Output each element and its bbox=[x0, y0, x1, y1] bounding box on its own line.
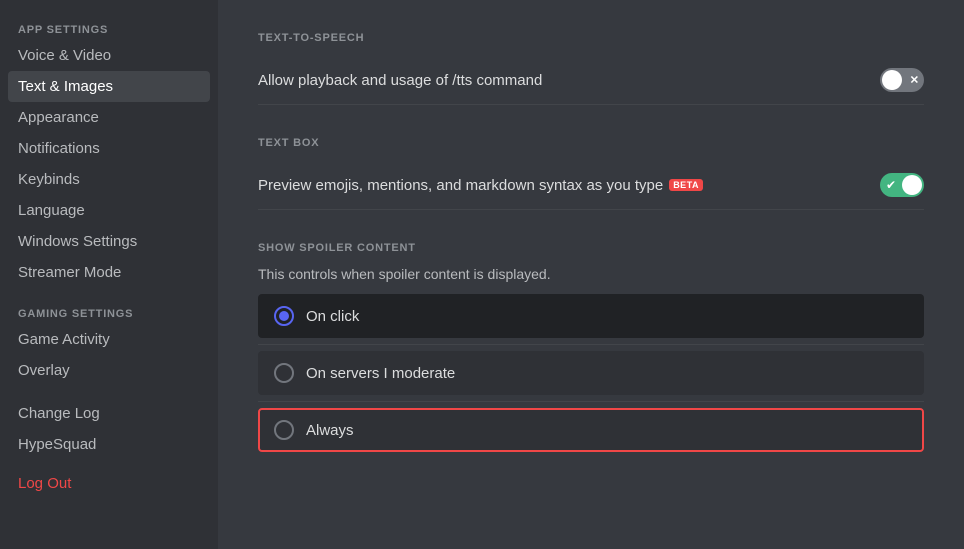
textbox-toggle-knob bbox=[902, 175, 922, 195]
radio-option-on-servers[interactable]: On servers I moderate bbox=[258, 351, 924, 395]
spoiler-radio-group: On click On servers I moderate Always bbox=[258, 294, 924, 452]
radio-label-always: Always bbox=[306, 422, 354, 439]
textbox-section-label: TEXT BOX bbox=[258, 137, 924, 149]
sidebar-item-notifications[interactable]: Notifications bbox=[8, 133, 210, 164]
sidebar-item-hypesquad[interactable]: HypeSquad bbox=[8, 429, 210, 460]
spoiler-description: This controls when spoiler content is di… bbox=[258, 266, 924, 282]
tts-setting-row: Allow playback and usage of /tts command… bbox=[258, 56, 924, 105]
sidebar-item-logout[interactable]: Log Out bbox=[8, 468, 210, 499]
sidebar: APP SETTINGS Voice & Video Text & Images… bbox=[0, 0, 218, 549]
sidebar-item-overlay[interactable]: Overlay bbox=[8, 355, 210, 386]
sidebar-item-text-images[interactable]: Text & Images bbox=[8, 71, 210, 102]
tts-toggle-off-icon: ✕ bbox=[910, 74, 919, 87]
radio-circle-always bbox=[274, 420, 294, 440]
tts-section-label: TEXT-TO-SPEECH bbox=[258, 32, 924, 44]
textbox-toggle-on-icon: ✔ bbox=[886, 178, 896, 192]
textbox-toggle[interactable]: ✔ bbox=[880, 173, 924, 197]
app-settings-label: APP SETTINGS bbox=[8, 16, 210, 40]
tts-setting-label: Allow playback and usage of /tts command bbox=[258, 72, 542, 89]
radio-circle-on-click bbox=[274, 306, 294, 326]
sidebar-item-streamer-mode[interactable]: Streamer Mode bbox=[8, 257, 210, 288]
tts-toggle[interactable]: ✕ bbox=[880, 68, 924, 92]
radio-option-always[interactable]: Always bbox=[258, 408, 924, 452]
beta-badge: BETA bbox=[669, 179, 703, 191]
sidebar-item-appearance[interactable]: Appearance bbox=[8, 102, 210, 133]
radio-label-on-click: On click bbox=[306, 308, 359, 325]
sidebar-item-keybinds[interactable]: Keybinds bbox=[8, 164, 210, 195]
sidebar-item-language[interactable]: Language bbox=[8, 195, 210, 226]
sidebar-item-windows-settings[interactable]: Windows Settings bbox=[8, 226, 210, 257]
spoiler-section: SHOW SPOILER CONTENT This controls when … bbox=[258, 242, 924, 452]
radio-label-on-servers: On servers I moderate bbox=[306, 365, 455, 382]
main-content: TEXT-TO-SPEECH Allow playback and usage … bbox=[218, 0, 964, 549]
sidebar-item-game-activity[interactable]: Game Activity bbox=[8, 324, 210, 355]
radio-divider-2 bbox=[258, 401, 924, 402]
radio-divider-1 bbox=[258, 344, 924, 345]
gaming-settings-label: GAMING SETTINGS bbox=[8, 300, 210, 324]
radio-option-on-click[interactable]: On click bbox=[258, 294, 924, 338]
sidebar-item-change-log[interactable]: Change Log bbox=[8, 398, 210, 429]
radio-circle-on-servers bbox=[274, 363, 294, 383]
tts-section: TEXT-TO-SPEECH Allow playback and usage … bbox=[258, 32, 924, 105]
spoiler-section-label: SHOW SPOILER CONTENT bbox=[258, 242, 924, 254]
textbox-setting-row: Preview emojis, mentions, and markdown s… bbox=[258, 161, 924, 210]
textbox-section: TEXT BOX Preview emojis, mentions, and m… bbox=[258, 137, 924, 210]
sidebar-item-voice-video[interactable]: Voice & Video bbox=[8, 40, 210, 71]
tts-toggle-knob bbox=[882, 70, 902, 90]
textbox-setting-label: Preview emojis, mentions, and markdown s… bbox=[258, 177, 703, 194]
